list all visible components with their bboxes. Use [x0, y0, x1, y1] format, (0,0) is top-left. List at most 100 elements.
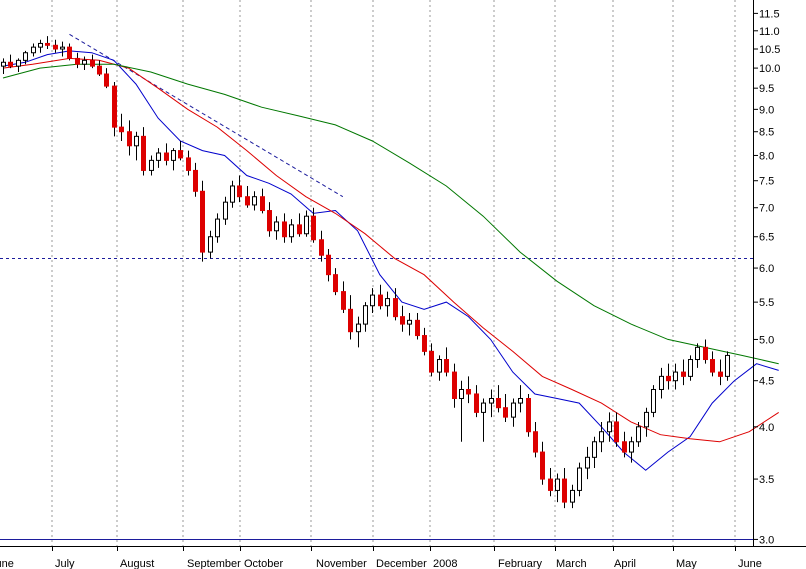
- y-tick-label: 5.5: [759, 297, 774, 309]
- candle-body: [695, 346, 700, 361]
- candle-body: [422, 335, 427, 352]
- candle-body: [533, 431, 538, 453]
- candle-body: [97, 65, 102, 75]
- candle-body: [45, 42, 50, 46]
- candle-body: [223, 201, 228, 220]
- candle-body: [607, 421, 612, 433]
- candle-body: [570, 489, 575, 503]
- y-tick-label: 11.0: [759, 26, 780, 38]
- candle-body: [474, 393, 479, 413]
- candle-body: [577, 467, 582, 491]
- candle-body: [112, 85, 117, 128]
- candle-body: [599, 431, 604, 443]
- candle-body: [215, 218, 220, 238]
- y-tick-label: 11.5: [759, 8, 780, 20]
- candle-body: [134, 135, 139, 147]
- candle-body: [725, 354, 730, 377]
- y-tick-label: 7.5: [759, 176, 774, 188]
- candle-body: [393, 298, 398, 318]
- candle-body: [511, 402, 516, 418]
- y-tick-label: 10.5: [759, 44, 780, 56]
- candle-body: [289, 224, 294, 238]
- plot-frame: [0, 0, 806, 547]
- candle-body: [644, 411, 649, 428]
- candle-body: [370, 294, 375, 307]
- stock-chart: 3.0 3.5 4.0 4.5 5.0 5.5 6.0 6.5 7.0 7.5 8.0 8.5 9.0 9…: [0, 0, 806, 569]
- candle-body: [304, 215, 309, 235]
- x-tick-label: June: [0, 558, 14, 569]
- moving-average-line: [2, 63, 779, 365]
- candle-body: [326, 254, 331, 276]
- candle-body: [164, 152, 169, 161]
- candle-body: [31, 46, 36, 54]
- y-tick-label: 6.0: [759, 263, 774, 275]
- y-tick-label: 9.0: [759, 104, 774, 116]
- candle-body: [104, 73, 109, 87]
- y-tick-label: 8.5: [759, 127, 774, 139]
- candle-body: [208, 236, 213, 253]
- reference-lines: [0, 258, 753, 540]
- candle-body: [444, 359, 449, 373]
- candle-body: [489, 397, 494, 404]
- candle-body: [348, 308, 353, 333]
- candle-body: [297, 224, 302, 235]
- candle-body: [156, 152, 161, 161]
- candle-body: [659, 375, 664, 390]
- y-tick-label: 7.0: [759, 203, 774, 215]
- candle-body: [562, 478, 567, 503]
- candle-body: [82, 59, 87, 65]
- moving-average-line: [2, 50, 779, 471]
- candle-body: [452, 371, 457, 399]
- candle-body: [636, 426, 641, 443]
- candle-body: [141, 135, 146, 171]
- candle-body: [688, 359, 693, 377]
- candle-body: [75, 57, 80, 65]
- candlesticks: [1, 36, 730, 509]
- candle-body: [548, 478, 553, 491]
- candle-body: [23, 52, 28, 61]
- x-tick-label: 2008: [433, 558, 457, 569]
- vertical-grid: [51, 0, 736, 546]
- candle-body: [415, 319, 420, 337]
- x-tick-label: July: [55, 558, 75, 569]
- x-tick-label: December: [376, 558, 427, 569]
- candle-body: [200, 190, 205, 253]
- candle-body: [193, 169, 198, 192]
- y-tick-label: 4.0: [759, 422, 774, 434]
- candle-body: [496, 397, 501, 409]
- candle-body: [119, 126, 124, 133]
- candle-body: [481, 402, 486, 413]
- candle-body: [385, 298, 390, 307]
- candle-body: [614, 421, 619, 443]
- candle-body: [622, 441, 627, 453]
- candle-body: [230, 185, 235, 203]
- y-tick-label: 6.5: [759, 232, 774, 244]
- candle-body: [282, 221, 287, 238]
- candle-body: [503, 407, 508, 418]
- candle-body: [518, 397, 523, 404]
- candle-body: [267, 210, 272, 232]
- candle-body: [260, 196, 265, 212]
- candle-body: [149, 159, 154, 171]
- candle-body: [585, 456, 590, 469]
- x-tick-label: February: [498, 558, 543, 569]
- candle-body: [252, 196, 257, 206]
- candle-body: [400, 316, 405, 325]
- candle-body: [466, 388, 471, 395]
- candle-body: [666, 375, 671, 382]
- y-tick-label: 9.5: [759, 83, 774, 95]
- candle-body: [356, 323, 361, 333]
- candle-body: [186, 157, 191, 171]
- x-tick-label: March: [556, 558, 587, 569]
- x-tick-label: September: [187, 558, 241, 569]
- candle-body: [651, 388, 656, 413]
- candle-body: [8, 61, 13, 67]
- candle-body: [38, 42, 43, 48]
- candle-body: [319, 239, 324, 256]
- candle-body: [673, 371, 678, 382]
- x-tick-label: June: [738, 558, 762, 569]
- candle-body: [178, 150, 183, 159]
- candle-body: [681, 371, 686, 377]
- candle-body: [703, 346, 708, 361]
- candle-body: [429, 350, 434, 373]
